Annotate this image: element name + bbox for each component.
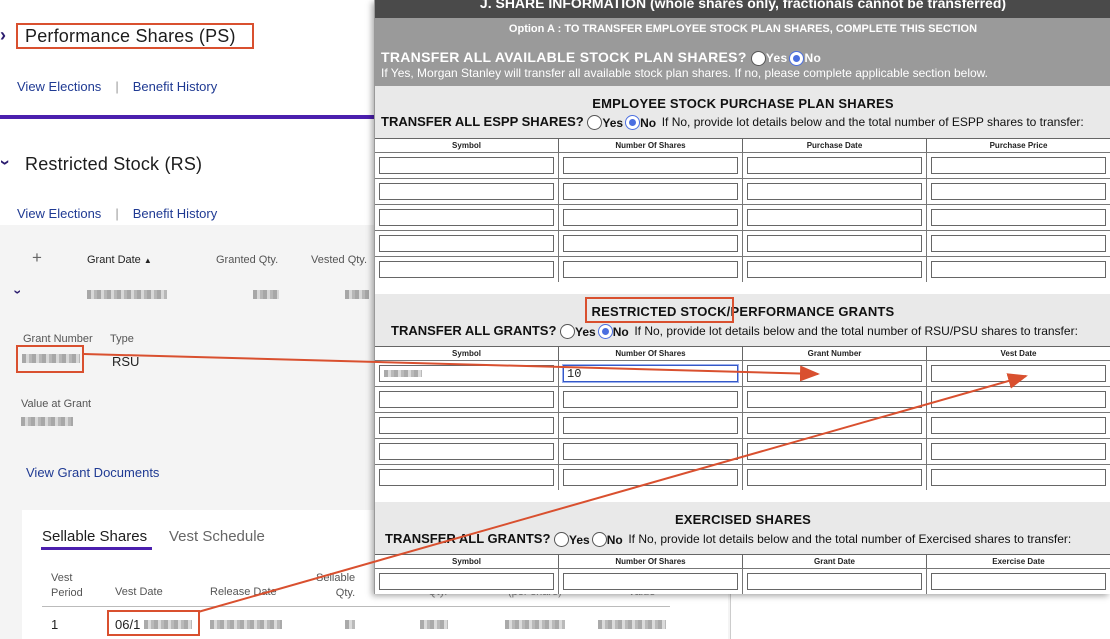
arrow-vest-date [197,373,1028,613]
arrow-grant-number [83,353,820,382]
annotation-arrows [83,353,1028,613]
